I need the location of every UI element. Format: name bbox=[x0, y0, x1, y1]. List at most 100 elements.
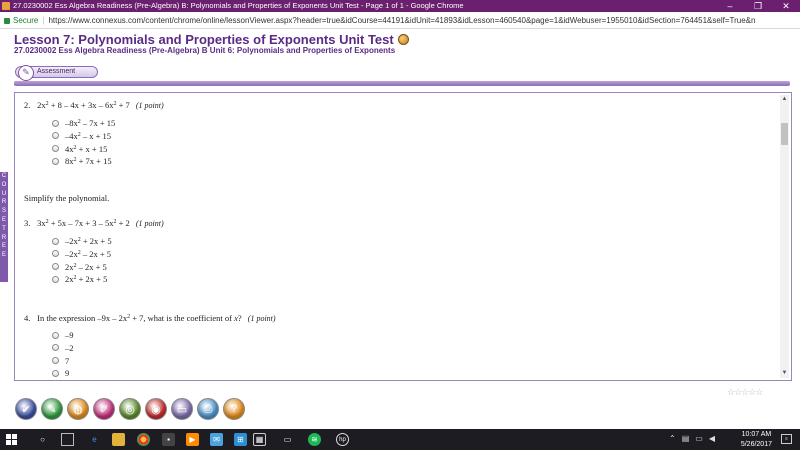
answer-option[interactable]: 2x2 – 2x + 5 bbox=[52, 261, 112, 274]
secure-label: Secure bbox=[13, 16, 39, 25]
content-scrollbar[interactable]: ▲ ▼ bbox=[780, 95, 789, 378]
course-tree-letter: E bbox=[1, 243, 6, 250]
answer-option-text: –2x2 + 2x + 5 bbox=[65, 236, 112, 246]
check-icon[interactable]: ✔ bbox=[15, 398, 37, 420]
radio-button[interactable] bbox=[52, 344, 59, 352]
taskbar-clock[interactable]: 10:07 AM 5/26/2017 bbox=[741, 430, 772, 449]
pen-icon[interactable]: ✐ bbox=[93, 398, 115, 420]
window-controls: – ❐ ✕ bbox=[716, 0, 800, 12]
question-number: 2. bbox=[24, 100, 31, 110]
tab-assessment-label: Assessment bbox=[37, 68, 76, 75]
answer-option-text: –9 bbox=[65, 330, 74, 340]
radio-button[interactable] bbox=[52, 132, 59, 140]
tab-underline-bar bbox=[14, 81, 790, 86]
address-bar[interactable]: Secure | https://www.connexus.com/content/… bbox=[0, 12, 800, 29]
answer-option[interactable]: 7 bbox=[52, 355, 74, 368]
question-prompt: 2x2 + 8 – 4x + 3x – 6x2 + 7 bbox=[37, 100, 130, 110]
calculator-icon[interactable]: ▦ bbox=[253, 433, 266, 446]
highlighter-icon[interactable]: ✎ bbox=[41, 398, 63, 420]
answer-option[interactable]: –2x2 + 2x + 5 bbox=[52, 235, 112, 248]
answer-option[interactable]: –2 bbox=[52, 342, 74, 355]
app-icon[interactable]: ⊞ bbox=[234, 433, 247, 446]
instruction-text: Simplify the polynomial. bbox=[24, 193, 110, 203]
answer-option[interactable]: –8x2 – 7x + 15 bbox=[52, 117, 115, 130]
edge-browser-icon[interactable]: e bbox=[88, 433, 101, 446]
radio-button[interactable] bbox=[52, 331, 59, 339]
print-icon[interactable]: ⎙ bbox=[197, 398, 219, 420]
tab-assessment[interactable]: ✎ Assessment bbox=[15, 65, 98, 81]
lesson-toolbar: ✔ ✎ ◍ ✐ ◎ ◉ ▭ ⎙? bbox=[15, 398, 245, 424]
chrome-icon[interactable] bbox=[137, 433, 150, 446]
radio-button[interactable] bbox=[52, 357, 59, 365]
course-tree-letter: E bbox=[1, 252, 6, 259]
radio-button[interactable] bbox=[52, 369, 59, 377]
answer-option[interactable]: –2x2 – 2x + 5 bbox=[52, 248, 112, 261]
radio-button[interactable] bbox=[52, 145, 59, 153]
page-title: Lesson 7: Polynomials and Properties of … bbox=[14, 32, 409, 47]
radio-button[interactable] bbox=[52, 237, 59, 245]
question-2-options: –8x2 – 7x + 15 –4x2 – x + 15 4x2 + x + 15 8… bbox=[52, 117, 115, 168]
taskbar: ○ e ▪ ▶ ✉ ⊞ ▦ ▭ ≋ hp ⌃ ▤ ▭ ◀ 10:07 AM 5/… bbox=[0, 429, 800, 450]
task-view-icon[interactable] bbox=[61, 433, 74, 446]
answer-option[interactable]: –9 bbox=[52, 329, 74, 342]
spotify-icon[interactable]: ≋ bbox=[308, 433, 321, 446]
mail-icon[interactable]: ✉ bbox=[210, 433, 223, 446]
course-tree-toggle[interactable]: COURSETREE bbox=[0, 172, 8, 282]
windows-start-icon[interactable] bbox=[6, 434, 17, 445]
scroll-up-icon[interactable]: ▲ bbox=[780, 95, 789, 104]
radio-button[interactable] bbox=[52, 250, 59, 258]
answer-option[interactable]: 4x2 + x + 15 bbox=[52, 143, 115, 156]
answer-option[interactable]: 9 bbox=[52, 367, 74, 380]
bullseye-icon[interactable]: ◉ bbox=[145, 398, 167, 420]
answer-option[interactable]: 8x2 + 7x + 15 bbox=[52, 155, 115, 168]
lesson-content-frame: 2. 2x2 + 8 – 4x + 3x – 6x2 + 7 (1 point)… bbox=[14, 92, 792, 381]
answer-option-text: –4x2 – x + 15 bbox=[65, 130, 112, 141]
media-player-icon[interactable]: ▶ bbox=[186, 433, 199, 446]
hp-icon[interactable]: hp bbox=[336, 433, 349, 446]
chevron-up-icon[interactable]: ⌃ bbox=[669, 434, 676, 443]
radio-button[interactable] bbox=[52, 275, 59, 283]
help-icon[interactable]: ? bbox=[223, 398, 245, 420]
radio-button[interactable] bbox=[52, 157, 59, 165]
minimize-button[interactable]: – bbox=[716, 0, 744, 12]
maximize-button[interactable]: ❐ bbox=[744, 0, 772, 12]
window-icon[interactable]: ▭ bbox=[171, 398, 193, 420]
volume-icon[interactable]: ◀ bbox=[709, 434, 715, 443]
answer-option-text: –8x2 – 7x + 15 bbox=[65, 118, 116, 128]
page-subtitle: 27.0230002 Ess Algebra Readiness (Pre-Al… bbox=[14, 46, 396, 55]
network-icon[interactable]: ▤ bbox=[682, 434, 690, 443]
close-button[interactable]: ✕ bbox=[772, 0, 800, 12]
search-icon[interactable]: ○ bbox=[36, 433, 49, 446]
answer-option[interactable]: 2x2 + 2x + 5 bbox=[52, 273, 112, 286]
url-text[interactable]: https://www.connexus.com/content/chrome/… bbox=[48, 16, 755, 25]
question-number: 4. bbox=[24, 313, 31, 323]
radio-button[interactable] bbox=[52, 119, 59, 127]
question-points: (1 point) bbox=[247, 314, 276, 323]
store-icon[interactable]: ▪ bbox=[162, 433, 175, 446]
sticky-notes-icon[interactable]: ▭ bbox=[281, 433, 294, 446]
scrollbar-thumb[interactable] bbox=[781, 123, 788, 145]
answer-option-text: 2x2 – 2x + 5 bbox=[65, 261, 107, 272]
clock-date: 5/26/2017 bbox=[740, 440, 772, 448]
course-tree-letter: U bbox=[1, 190, 7, 197]
question-4-options: –9 –2 7 9 bbox=[52, 329, 74, 380]
answer-option-text: 7 bbox=[65, 355, 70, 366]
globe-icon[interactable]: ◍ bbox=[67, 398, 89, 420]
notification-icon[interactable]: ≡ bbox=[781, 434, 792, 444]
question-prompt: 3x2 + 5x – 7x + 3 – 5x2 + 2 bbox=[37, 218, 130, 228]
answer-option-text: –2 bbox=[65, 342, 74, 353]
answer-option-text: 2x2 + 2x + 5 bbox=[65, 274, 108, 285]
scroll-down-icon[interactable]: ▼ bbox=[780, 369, 789, 378]
answer-option-text: 4x2 + x + 15 bbox=[65, 143, 108, 154]
file-explorer-icon[interactable] bbox=[112, 433, 125, 446]
globe-icon bbox=[397, 34, 409, 45]
answer-option[interactable]: –4x2 – x + 15 bbox=[52, 130, 115, 143]
course-tree-letter: E bbox=[1, 216, 6, 223]
question-3: 3. 3x2 + 5x – 7x + 3 – 5x2 + 2 (1 point) bbox=[24, 218, 164, 228]
battery-icon[interactable]: ▭ bbox=[695, 434, 703, 443]
target-icon[interactable]: ◎ bbox=[119, 398, 141, 420]
answer-option-text: –2x2 – 2x + 5 bbox=[65, 248, 112, 259]
rating-stars[interactable]: ☆☆☆☆☆ bbox=[727, 387, 763, 398]
radio-button[interactable] bbox=[52, 263, 59, 271]
course-tree-letter: C bbox=[1, 173, 7, 179]
